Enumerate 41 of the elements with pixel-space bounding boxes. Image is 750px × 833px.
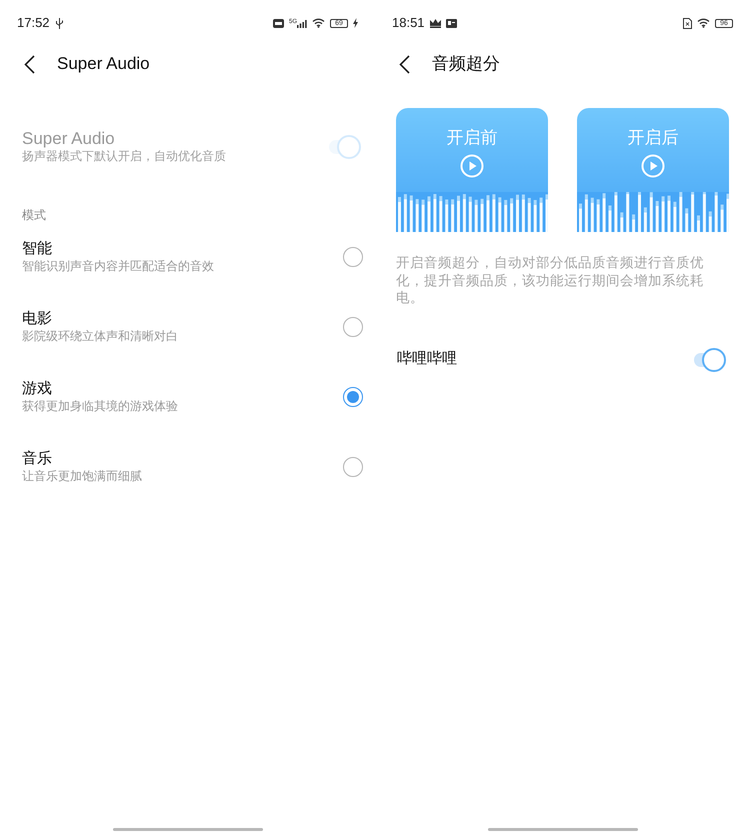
page-title: Super Audio [57, 53, 150, 76]
back-icon [24, 54, 35, 74]
setting-description: 扬声器模式下默认开启，自动优化音质 [22, 148, 226, 164]
mode-description: 获得更加身临其境的游戏体验 [22, 398, 178, 414]
radio-button[interactable] [343, 247, 363, 268]
play-icon [460, 154, 484, 178]
crown-icon [430, 18, 441, 28]
usb-icon [54, 17, 64, 29]
page-title: 音频超分 [432, 53, 500, 76]
play-icon [641, 154, 665, 178]
mode-title: 智能 [22, 240, 53, 259]
mode-description: 智能识别声音内容并匹配适合的音效 [22, 258, 214, 274]
preview-card[interactable]: 开启后 [577, 108, 729, 232]
toggle-switch[interactable] [694, 346, 726, 373]
mode-title: 游戏 [22, 380, 53, 399]
app-name: 哔哩哔哩 [397, 349, 457, 370]
back-button[interactable] [399, 54, 410, 74]
mode-title: 音乐 [22, 450, 53, 469]
status-time: 18:51 [392, 14, 425, 32]
sim-icon [683, 18, 692, 28]
back-button[interactable] [24, 54, 35, 74]
id-card-icon [446, 18, 457, 28]
mode-title: 电影 [22, 310, 53, 329]
preview-label: 开启前 [446, 128, 498, 148]
radio-button[interactable] [343, 457, 363, 478]
section-label: 模式 [21, 207, 47, 224]
preview-card[interactable]: 开启前 [396, 108, 548, 232]
mode-description: 让音乐更加饱满而细腻 [22, 468, 142, 484]
description-text: 开启音频超分，自动对部分低品质音频进行音质优化，提升音频品质，该功能运行期间会增加系统耗电。 [395, 254, 705, 307]
wifi-icon [697, 18, 710, 28]
preview-label: 开启后 [628, 128, 678, 148]
signal-icon [297, 18, 307, 28]
wifi-icon [312, 18, 325, 28]
back-icon [399, 54, 410, 74]
charging-icon [353, 18, 358, 28]
status-time: 17:52 [17, 14, 50, 32]
radio-button[interactable] [343, 387, 363, 408]
hd-icon [272, 18, 284, 28]
radio-button[interactable] [343, 317, 363, 338]
setting-title: Super Audio [22, 130, 116, 149]
mode-description: 影院级环绕立体声和清晰对白 [22, 328, 178, 344]
